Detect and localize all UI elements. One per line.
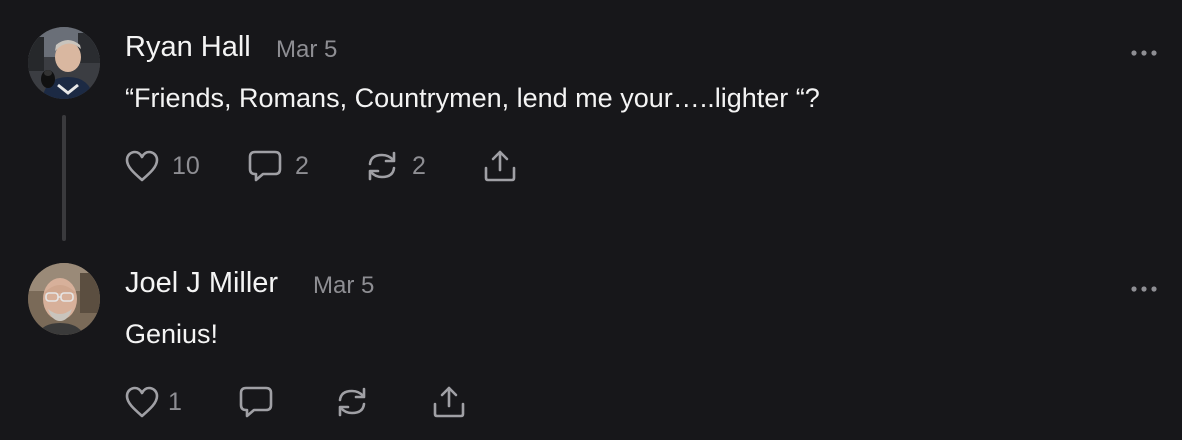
like-button[interactable]: 10 <box>124 146 200 186</box>
share-upload-icon <box>433 386 465 418</box>
comment-button[interactable]: 2 <box>247 146 309 186</box>
comment-text: Genius! <box>125 319 219 349</box>
restack-arrows-icon <box>368 151 396 181</box>
restack-button[interactable]: 2 <box>364 146 426 186</box>
share-button[interactable] <box>482 146 518 186</box>
post-date[interactable]: Mar 5 <box>313 272 374 300</box>
author-name[interactable]: Ryan Hall <box>125 31 251 64</box>
action-bar: 10 2 2 <box>0 146 600 186</box>
post-date[interactable]: Mar 5 <box>276 36 337 64</box>
restack-arrows-icon <box>338 387 366 417</box>
share-upload-icon <box>484 150 516 182</box>
heart-icon <box>125 386 159 418</box>
heart-icon <box>125 150 159 182</box>
like-count: 1 <box>168 387 182 416</box>
avatar[interactable] <box>28 263 100 335</box>
more-options-icon[interactable] <box>1130 44 1158 56</box>
like-button[interactable]: 1 <box>124 382 182 422</box>
share-button[interactable] <box>431 382 467 422</box>
speech-bubble-icon <box>248 150 282 182</box>
speech-bubble-icon <box>239 386 273 418</box>
more-options-icon[interactable] <box>1130 280 1158 292</box>
action-bar: 1 <box>0 382 600 422</box>
author-name[interactable]: Joel J Miller <box>125 267 278 300</box>
comment-text: “Friends, Romans, Countrymen, lend me yo… <box>125 83 820 113</box>
restack-button[interactable] <box>334 382 370 422</box>
comment-count: 2 <box>295 151 309 180</box>
like-count: 10 <box>172 151 200 180</box>
avatar[interactable] <box>28 27 100 99</box>
restack-count: 2 <box>412 151 426 180</box>
comment-button[interactable] <box>238 382 274 422</box>
